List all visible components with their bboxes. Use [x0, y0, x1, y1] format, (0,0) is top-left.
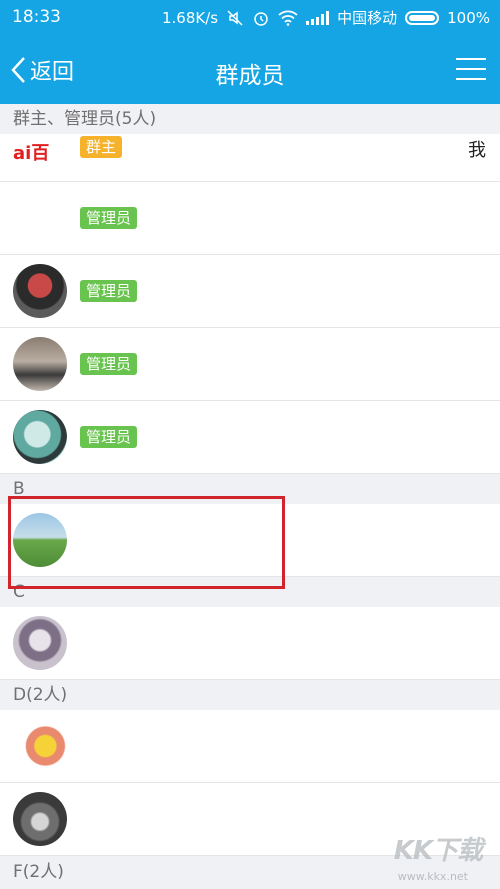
- member-row-admin-1[interactable]: 管理员: [0, 182, 500, 255]
- avatar: [13, 792, 67, 846]
- admin-tag: 管理员: [80, 426, 138, 448]
- mute-icon: [227, 9, 243, 26]
- section-header-admins: 群主、管理员(5人): [0, 104, 500, 134]
- member-row-admin-4[interactable]: 管理员: [0, 401, 500, 474]
- owner-tag: 群主: [80, 136, 123, 158]
- menu-icon[interactable]: [456, 56, 486, 82]
- avatar: [13, 616, 67, 670]
- member-row-admin-3[interactable]: 管理员: [0, 328, 500, 401]
- member-row-d-1[interactable]: [0, 710, 500, 783]
- avatar: [13, 410, 67, 464]
- admin-tag: 管理员: [80, 353, 138, 375]
- alarm-icon: [254, 11, 268, 26]
- member-row-admin-2[interactable]: 管理员: [0, 255, 500, 328]
- nav-bar: 返回 群成员: [0, 36, 500, 104]
- battery-icon: [405, 10, 440, 25]
- page-title: 群成员: [215, 63, 285, 89]
- admin-tag: 管理员: [80, 280, 138, 302]
- highlight-box: [8, 496, 285, 589]
- member-row-c-1[interactable]: [0, 607, 500, 680]
- logo-text: ai百: [13, 143, 50, 164]
- baidu-logo: ai百: [13, 139, 49, 165]
- status-bar: 18:33 1.68K/s 中国移动 100%: [0, 0, 500, 36]
- carrier-name: 中国移动: [337, 9, 398, 27]
- wifi-icon: [278, 10, 298, 26]
- watermark-url: www.kkx.net: [397, 870, 468, 883]
- battery-level: 100%: [447, 8, 490, 27]
- me-label: 我: [468, 140, 486, 161]
- network-speed: 1.68K/s: [161, 8, 219, 27]
- admin-tag: 管理员: [80, 207, 138, 229]
- signal-icon: [306, 10, 330, 25]
- avatar: [13, 337, 67, 391]
- watermark-brand: KK下载: [393, 836, 483, 866]
- member-row-owner[interactable]: ai百 群主 我: [0, 134, 500, 182]
- section-header-d: D(2人): [0, 680, 500, 710]
- status-time: 18:33: [12, 7, 61, 27]
- avatar: [13, 719, 67, 773]
- avatar: [13, 264, 67, 318]
- status-right-group: 1.68K/s 中国移动 100%: [162, 7, 490, 28]
